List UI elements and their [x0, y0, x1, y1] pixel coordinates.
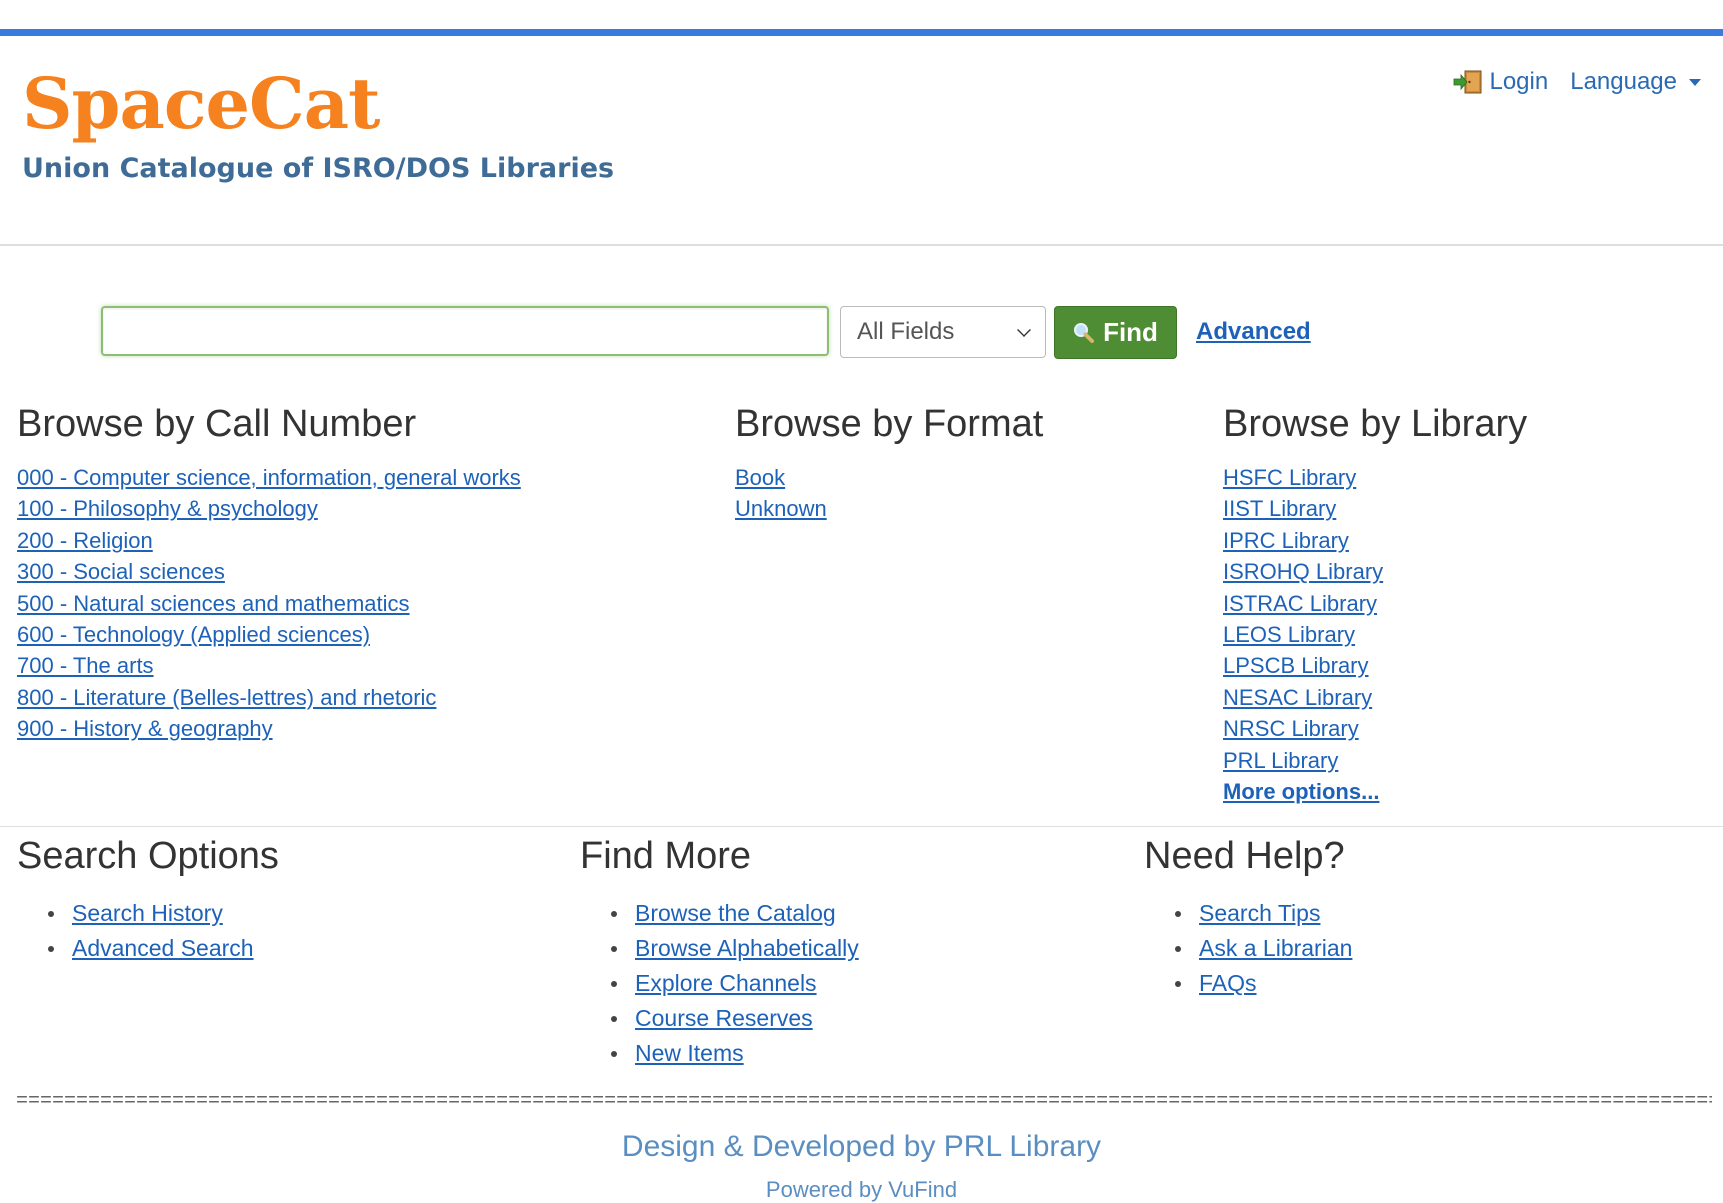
footer-credit: Design & Developed by PRL Library — [621, 1130, 1102, 1163]
list-item: Search History — [38, 896, 254, 931]
list-item: Browse Alphabetically — [601, 931, 859, 966]
caret-down-icon — [1689, 78, 1701, 86]
explore-channels-link[interactable]: Explore Channels — [635, 970, 817, 996]
advanced-search-link[interactable]: Advanced — [1196, 318, 1311, 346]
library-link[interactable]: IPRC Library — [1223, 528, 1349, 553]
library-list: HSFC Library IIST Library IPRC Library I… — [1223, 462, 1383, 807]
search-tips-link[interactable]: Search Tips — [1199, 900, 1320, 926]
browse-library-heading: Browse by Library — [1223, 403, 1528, 445]
call-number-link[interactable]: 200 - Religion — [17, 528, 153, 553]
list-item: FAQs — [1165, 966, 1352, 1001]
find-more-list: Browse the Catalog Browse Alphabetically… — [601, 896, 859, 1071]
section-divider — [0, 826, 1723, 827]
need-help-list: Search Tips Ask a Librarian FAQs — [1165, 896, 1352, 1001]
login-door-icon — [1453, 69, 1483, 95]
search-input[interactable] — [101, 306, 829, 356]
search-field-selected: All Fields — [857, 318, 955, 345]
ask-librarian-link[interactable]: Ask a Librarian — [1199, 935, 1352, 961]
new-items-link[interactable]: New Items — [635, 1040, 744, 1066]
language-label: Language — [1570, 68, 1677, 95]
browse-call-number-heading: Browse by Call Number — [17, 403, 417, 445]
login-label: Login — [1489, 68, 1549, 95]
header-divider — [0, 244, 1723, 246]
faqs-link[interactable]: FAQs — [1199, 970, 1257, 996]
library-link[interactable]: ISROHQ Library — [1223, 559, 1383, 584]
chevron-down-icon — [1017, 323, 1031, 337]
call-number-link[interactable]: 000 - Computer science, information, gen… — [17, 465, 521, 490]
call-number-link[interactable]: 800 - Literature (Belles-lettres) and rh… — [17, 685, 436, 710]
list-item: Advanced Search — [38, 931, 254, 966]
language-dropdown[interactable]: Language — [1570, 68, 1701, 96]
find-button[interactable]: Find — [1054, 306, 1177, 359]
call-number-link[interactable]: 700 - The arts — [17, 653, 154, 678]
need-help-heading: Need Help? — [1144, 835, 1345, 877]
list-item: Search Tips — [1165, 896, 1352, 931]
library-link[interactable]: NESAC Library — [1223, 685, 1372, 710]
search-options-list: Search History Advanced Search — [38, 896, 254, 966]
find-label: Find — [1103, 317, 1158, 347]
more-options-link[interactable]: More options... — [1223, 779, 1379, 804]
call-number-link[interactable]: 100 - Philosophy & psychology — [17, 496, 318, 521]
browse-catalog-link[interactable]: Browse the Catalog — [635, 900, 836, 926]
library-link[interactable]: PRL Library — [1223, 748, 1338, 773]
list-item: New Items — [601, 1036, 859, 1071]
format-link[interactable]: Unknown — [735, 496, 827, 521]
course-reserves-link[interactable]: Course Reserves — [635, 1005, 813, 1031]
list-item: Explore Channels — [601, 966, 859, 1001]
library-link[interactable]: LPSCB Library — [1223, 653, 1369, 678]
library-link[interactable]: ISTRAC Library — [1223, 591, 1377, 616]
list-item: Ask a Librarian — [1165, 931, 1352, 966]
find-more-heading: Find More — [580, 835, 752, 877]
library-link[interactable]: HSFC Library — [1223, 465, 1356, 490]
library-link[interactable]: NRSC Library — [1223, 716, 1359, 741]
search-field-select[interactable]: All Fields — [840, 306, 1046, 358]
list-item: Browse the Catalog — [601, 896, 859, 931]
list-item: Course Reserves — [601, 1001, 859, 1036]
call-number-link[interactable]: 600 - Technology (Applied sciences) — [17, 622, 370, 647]
format-link[interactable]: Book — [735, 465, 785, 490]
library-link[interactable]: LEOS Library — [1223, 622, 1355, 647]
call-number-link[interactable]: 300 - Social sciences — [17, 559, 225, 584]
search-icon — [1074, 322, 1095, 343]
site-tagline: Union Catalogue of ISRO/DOS Libraries — [22, 153, 615, 184]
browse-format-heading: Browse by Format — [735, 403, 1044, 445]
call-number-link[interactable]: 500 - Natural sciences and mathematics — [17, 591, 410, 616]
footer-powered-by: Powered by VuFind — [765, 1177, 958, 1202]
call-number-link[interactable]: 900 - History & geography — [17, 716, 273, 741]
browse-alphabetically-link[interactable]: Browse Alphabetically — [635, 935, 859, 961]
advanced-search-list-link[interactable]: Advanced Search — [72, 935, 254, 961]
search-options-heading: Search Options — [17, 835, 279, 877]
call-number-list: 000 - Computer science, information, gen… — [17, 462, 521, 745]
footer-separator: ========================================… — [16, 1091, 1712, 1113]
search-history-link[interactable]: Search History — [72, 900, 223, 926]
header-nav: Login Language — [1453, 68, 1701, 96]
top-accent-bar — [0, 29, 1723, 36]
format-list: Book Unknown — [735, 462, 827, 525]
library-link[interactable]: IIST Library — [1223, 496, 1336, 521]
login-link[interactable]: Login — [1453, 68, 1548, 96]
site-logo[interactable]: SpaceCat — [22, 64, 380, 144]
